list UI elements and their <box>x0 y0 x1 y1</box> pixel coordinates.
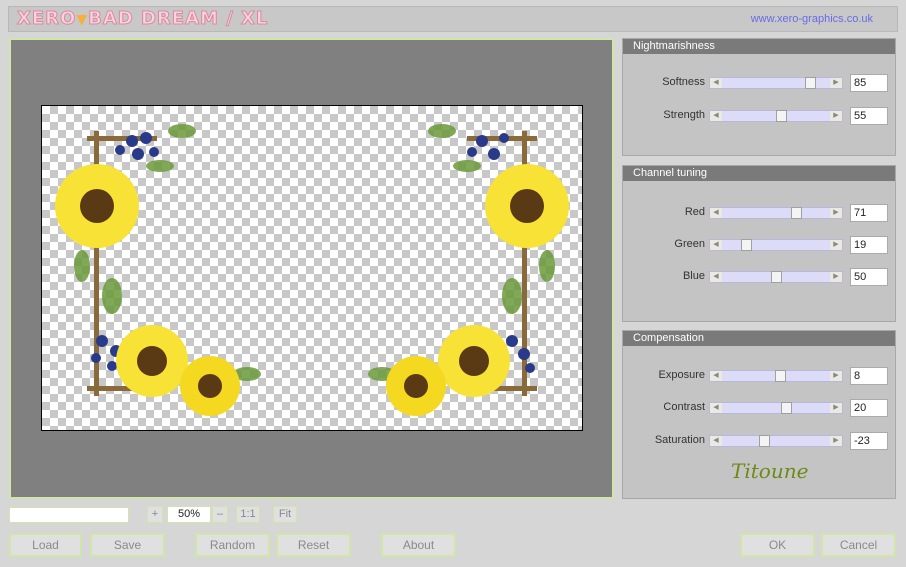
ok-button[interactable]: OK <box>740 533 815 557</box>
arrow-right-icon[interactable]: ▶ <box>830 208 842 218</box>
panel-title: Channel tuning <box>623 166 895 181</box>
softness-row: Softness ◀ ▶ 85 <box>623 74 895 92</box>
contrast-row: Contrast ◀ ▶ 20 <box>623 399 895 417</box>
arrow-right-icon[interactable]: ▶ <box>830 371 842 381</box>
green-slider[interactable]: ◀ ▶ <box>709 239 843 251</box>
slider-thumb[interactable] <box>774 370 786 382</box>
load-button[interactable]: Load <box>9 533 82 557</box>
saturation-input[interactable]: -23 <box>850 432 888 450</box>
arrow-left-icon[interactable]: ◀ <box>710 78 722 88</box>
arrow-right-icon[interactable]: ▶ <box>830 403 842 413</box>
status-field <box>9 507 129 523</box>
slider-thumb[interactable] <box>804 77 816 89</box>
red-input[interactable]: 71 <box>850 204 888 222</box>
channel-tuning-panel: Channel tuning Red ◀ ▶ 71 Green ◀ ▶ 19 B… <box>622 165 896 322</box>
arrow-right-icon[interactable]: ▶ <box>830 111 842 121</box>
saturation-slider[interactable]: ◀ ▶ <box>709 435 843 447</box>
zoom-out-button[interactable]: – <box>212 506 228 523</box>
save-button[interactable]: Save <box>90 533 165 557</box>
red-slider[interactable]: ◀ ▶ <box>709 207 843 219</box>
app-logo: XERO▼BAD DREAM / XL <box>16 8 269 30</box>
about-button[interactable]: About <box>381 533 456 557</box>
title-bar: XERO▼BAD DREAM / XL www.xero-graphics.co… <box>8 6 898 32</box>
softness-slider[interactable]: ◀ ▶ <box>709 77 843 89</box>
signature-watermark: Titoune <box>731 459 809 483</box>
contrast-slider[interactable]: ◀ ▶ <box>709 402 843 414</box>
blue-row: Blue ◀ ▶ 50 <box>623 268 895 286</box>
exposure-row: Exposure ◀ ▶ 8 <box>623 367 895 385</box>
arrow-left-icon[interactable]: ◀ <box>710 436 722 446</box>
arrow-left-icon[interactable]: ◀ <box>710 403 722 413</box>
strength-input[interactable]: 55 <box>850 107 888 125</box>
strength-row: Strength ◀ ▶ 55 <box>623 107 895 125</box>
blue-input[interactable]: 50 <box>850 268 888 286</box>
slider-label: Green <box>674 238 705 250</box>
slider-thumb[interactable] <box>759 435 771 447</box>
slider-label: Strength <box>663 109 705 121</box>
softness-input[interactable]: 85 <box>850 74 888 92</box>
blue-slider[interactable]: ◀ ▶ <box>709 271 843 283</box>
strength-slider[interactable]: ◀ ▶ <box>709 110 843 122</box>
red-row: Red ◀ ▶ 71 <box>623 204 895 222</box>
cancel-button[interactable]: Cancel <box>821 533 896 557</box>
panel-title: Compensation <box>623 331 895 346</box>
arrow-left-icon[interactable]: ◀ <box>710 111 722 121</box>
preview-area[interactable] <box>9 38 614 499</box>
exposure-input[interactable]: 8 <box>850 367 888 385</box>
slider-thumb[interactable] <box>775 110 787 122</box>
arrow-left-icon[interactable]: ◀ <box>710 272 722 282</box>
website-link[interactable]: www.xero-graphics.co.uk <box>751 13 873 25</box>
zoom-level[interactable]: 50% <box>167 506 211 523</box>
slider-thumb[interactable] <box>791 207 803 219</box>
arrow-left-icon[interactable]: ◀ <box>710 208 722 218</box>
slider-label: Blue <box>682 270 705 282</box>
arrow-left-icon[interactable]: ◀ <box>710 371 722 381</box>
zoom-actual-size-button[interactable]: 1:1 <box>236 506 260 523</box>
sunflower-frame-image <box>55 124 569 416</box>
slider-label: Saturation <box>654 434 705 446</box>
triangle-icon: ▼ <box>76 12 89 28</box>
arrow-right-icon[interactable]: ▶ <box>830 240 842 250</box>
exposure-slider[interactable]: ◀ ▶ <box>709 370 843 382</box>
green-input[interactable]: 19 <box>850 236 888 254</box>
arrow-right-icon[interactable]: ▶ <box>830 272 842 282</box>
green-row: Green ◀ ▶ 19 <box>623 236 895 254</box>
arrow-right-icon[interactable]: ▶ <box>830 78 842 88</box>
arrow-right-icon[interactable]: ▶ <box>830 436 842 446</box>
contrast-input[interactable]: 20 <box>850 399 888 417</box>
slider-thumb[interactable] <box>741 239 753 251</box>
compensation-panel: Compensation Exposure ◀ ▶ 8 Contrast ◀ ▶… <box>622 330 896 499</box>
reset-button[interactable]: Reset <box>276 533 351 557</box>
random-button[interactable]: Random <box>195 533 270 557</box>
slider-label: Softness <box>662 76 705 88</box>
preview-canvas[interactable] <box>41 105 583 431</box>
slider-label: Exposure <box>658 369 705 381</box>
slider-label: Contrast <box>663 401 705 413</box>
saturation-row: Saturation ◀ ▶ -23 <box>623 432 895 450</box>
slider-thumb[interactable] <box>771 271 782 283</box>
slider-thumb[interactable] <box>780 402 792 414</box>
nightmarishness-panel: Nightmarishness Softness ◀ ▶ 85 Strength… <box>622 38 896 156</box>
arrow-left-icon[interactable]: ◀ <box>710 240 722 250</box>
zoom-fit-button[interactable]: Fit <box>273 506 297 523</box>
slider-label: Red <box>684 206 705 218</box>
zoom-in-button[interactable]: + <box>147 506 163 523</box>
panel-title: Nightmarishness <box>623 39 895 54</box>
